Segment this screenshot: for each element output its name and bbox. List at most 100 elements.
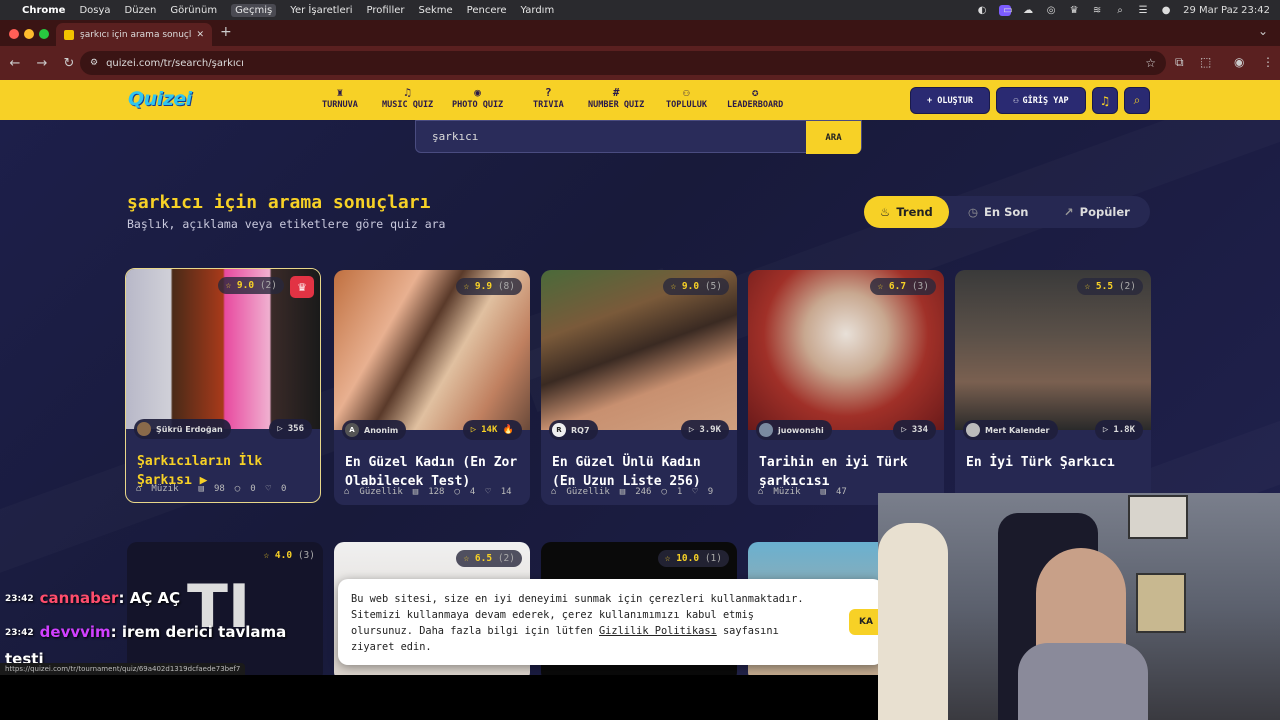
- user-icon: ⚇: [1013, 95, 1019, 106]
- menu-item-edit[interactable]: Düzen: [125, 5, 157, 16]
- quiz-card[interactable]: ☆ 6.7 (3) juowonshi ▷ 334 Tarihin en iyi …: [748, 270, 944, 505]
- category: Güzellik: [566, 487, 610, 497]
- play-count-value: 356: [287, 424, 304, 434]
- wifi-icon[interactable]: ≋: [1091, 5, 1103, 16]
- search-icon[interactable]: ⌕: [1124, 87, 1150, 114]
- play-count: ▷ 1.8K: [1094, 420, 1143, 440]
- quiz-meta: ⌂ Güzellik ▤ 128 ◯ 4 ♡ 14: [344, 487, 520, 497]
- rating-count: (2): [1118, 281, 1136, 292]
- sort-latest-button[interactable]: ◷ En Son: [968, 196, 1028, 228]
- trending-icon: ↗: [1064, 205, 1074, 219]
- nav-number-quiz[interactable]: # NUMBER QUIZ: [588, 86, 644, 110]
- close-window-icon[interactable]: [9, 29, 19, 39]
- siri-icon[interactable]: ●: [1160, 5, 1172, 16]
- play-icon: ▷: [277, 424, 283, 434]
- zoom-window-icon[interactable]: [39, 29, 49, 39]
- comment-count: 4: [469, 487, 476, 497]
- notifications-bell-icon[interactable]: ♫: [1092, 87, 1118, 114]
- browser-tab[interactable]: şarkıcı için arama sonuçları - ✕: [56, 23, 212, 46]
- author-chip[interactable]: A Anonim: [342, 420, 407, 440]
- extensions-icon[interactable]: ⬚: [1200, 55, 1211, 69]
- sort-trend-button[interactable]: ♨ Trend: [864, 196, 949, 228]
- quiz-card[interactable]: ☆ 4.0 (3) TI: [127, 542, 323, 675]
- quiz-card[interactable]: ☆ 5.5 (2) Mert Kalender ▷ 1.8K En İyi Tür…: [955, 270, 1151, 505]
- obs-icon[interactable]: ◎: [1045, 5, 1057, 16]
- quiz-title[interactable]: En İyi Türk Şarkıcı: [966, 453, 1141, 472]
- screen-record-icon[interactable]: ▭: [999, 4, 1013, 16]
- control-center-icon[interactable]: ☰: [1137, 5, 1149, 16]
- profile-icon[interactable]: ◉: [1234, 55, 1244, 69]
- translate-icon[interactable]: ⧉: [1175, 55, 1184, 70]
- menu-item-profiles[interactable]: Profiller: [367, 5, 405, 16]
- menu-item-view[interactable]: Görünüm: [170, 5, 217, 16]
- rating-value: 9.0: [236, 280, 255, 291]
- flame-icon: ♨: [880, 205, 891, 219]
- address-bar[interactable]: ⚙ quizei.com/tr/search/şarkıcı ☆: [80, 51, 1166, 75]
- author-name: Şükrü Erdoğan: [156, 424, 223, 434]
- status-icon[interactable]: ◐: [976, 5, 988, 16]
- reload-button[interactable]: ↻: [57, 56, 81, 71]
- site-info-icon[interactable]: ⚙: [90, 58, 98, 68]
- cloud-icon[interactable]: ☁: [1022, 5, 1034, 16]
- rating-value: 9.9: [474, 281, 493, 292]
- privacy-policy-link[interactable]: Gizlilik Politikası: [599, 625, 717, 637]
- quiz-title[interactable]: En Güzel Kadın (En Zor Olabilecek Test): [345, 453, 520, 491]
- rating-value: 5.5: [1095, 281, 1114, 292]
- menu-app-name[interactable]: Chrome: [22, 5, 65, 16]
- menu-item-history[interactable]: Geçmiş: [231, 3, 277, 17]
- search-input[interactable]: şarkıcı: [432, 130, 478, 143]
- close-tab-icon[interactable]: ✕: [196, 30, 204, 40]
- menu-item-tab[interactable]: Sekme: [418, 5, 452, 16]
- rating-count: (2): [259, 280, 277, 291]
- search-box: şarkıcı ARA: [415, 120, 862, 154]
- search-button[interactable]: ARA: [806, 121, 861, 154]
- spotlight-icon[interactable]: ⌕: [1114, 5, 1126, 16]
- nav-community[interactable]: ⚇ TOPLULUK: [666, 86, 707, 110]
- quiz-card[interactable]: ☆ 9.0 (5) R RQ7 ▷ 3.9K En Güzel Ünlü Kadın…: [541, 270, 737, 505]
- award-icon: ✪: [751, 86, 759, 99]
- author-chip[interactable]: juowonshi: [756, 420, 832, 440]
- menu-item-help[interactable]: Yardım: [521, 5, 555, 16]
- nav-label: TOPLULUK: [666, 100, 707, 110]
- tab-search-icon[interactable]: ⌄: [1258, 24, 1268, 38]
- streamer-shirt: [1018, 643, 1148, 720]
- nav-leaderboard[interactable]: ✪ LEADERBOARD: [727, 86, 783, 110]
- back-button[interactable]: ←: [3, 56, 27, 71]
- sort-popular-button[interactable]: ↗ Popüler: [1064, 196, 1130, 228]
- quiz-meta: ⌂ Güzellik ▤ 246 ◯ 1 ♡ 9: [551, 487, 727, 497]
- ext-icon[interactable]: ♛: [1068, 5, 1080, 16]
- quiz-title[interactable]: En Güzel Ünlü Kadın (En Uzun Liste 256): [552, 453, 727, 491]
- menu-item-window[interactable]: Pencere: [467, 5, 507, 16]
- quiz-card[interactable]: ☆ 9.9 (8) A Anonim ▷ 14K 🔥 En Güzel Kadın …: [334, 270, 530, 505]
- login-button[interactable]: ⚇ GİRİŞ YAP: [996, 87, 1086, 114]
- create-button[interactable]: + OLUŞTUR: [910, 87, 990, 114]
- author-chip[interactable]: Şükrü Erdoğan: [134, 419, 231, 439]
- site-logo[interactable]: Quizei: [128, 88, 192, 110]
- nav-tournament[interactable]: ♜ TURNUVA: [322, 86, 358, 110]
- forward-button[interactable]: →: [30, 56, 54, 71]
- quiz-title[interactable]: Tarihin en iyi Türk şarkıcısı: [759, 453, 934, 491]
- play-count: ▷ 356: [269, 419, 312, 439]
- item-count: 47: [835, 487, 847, 497]
- music-icon: ♫: [404, 86, 411, 99]
- menu-item-bookmarks[interactable]: Yer İşaretleri: [290, 5, 352, 16]
- new-tab-button[interactable]: +: [220, 24, 232, 40]
- avatar: [759, 423, 773, 437]
- chrome-menu-icon[interactable]: ⋮: [1262, 55, 1274, 69]
- nav-photo-quiz[interactable]: ◉ PHOTO QUIZ: [452, 86, 503, 110]
- sort-label: En Son: [984, 205, 1029, 219]
- rating-count: (8): [497, 281, 515, 292]
- play-icon: ▷: [688, 425, 695, 435]
- minimize-window-icon[interactable]: [24, 29, 34, 39]
- author-chip[interactable]: R RQ7: [549, 420, 598, 440]
- author-chip[interactable]: Mert Kalender: [963, 420, 1058, 440]
- quiz-card[interactable]: ☆ 9.0 (2) ♛ Şükrü Erdoğan ▷ 356 Şarkıcıla…: [125, 268, 321, 503]
- browser-toolbar: ← → ↻ ⚙ quizei.com/tr/search/şarkıcı ☆ ⧉…: [0, 46, 1280, 80]
- macos-menu-bar: Chrome Dosya Düzen Görünüm Geçmiş Yer İş…: [0, 0, 1280, 20]
- quiz-meta: ⌂ Müzik ▤ 98 ◯ 0 ♡ 0: [136, 484, 310, 494]
- nav-music-quiz[interactable]: ♫ MUSIC QUIZ: [382, 86, 433, 110]
- bookmark-star-icon[interactable]: ☆: [1145, 56, 1156, 70]
- item-count: 128: [428, 487, 445, 497]
- menu-item-file[interactable]: Dosya: [79, 5, 110, 16]
- nav-trivia[interactable]: ? TRIVIA: [533, 86, 564, 110]
